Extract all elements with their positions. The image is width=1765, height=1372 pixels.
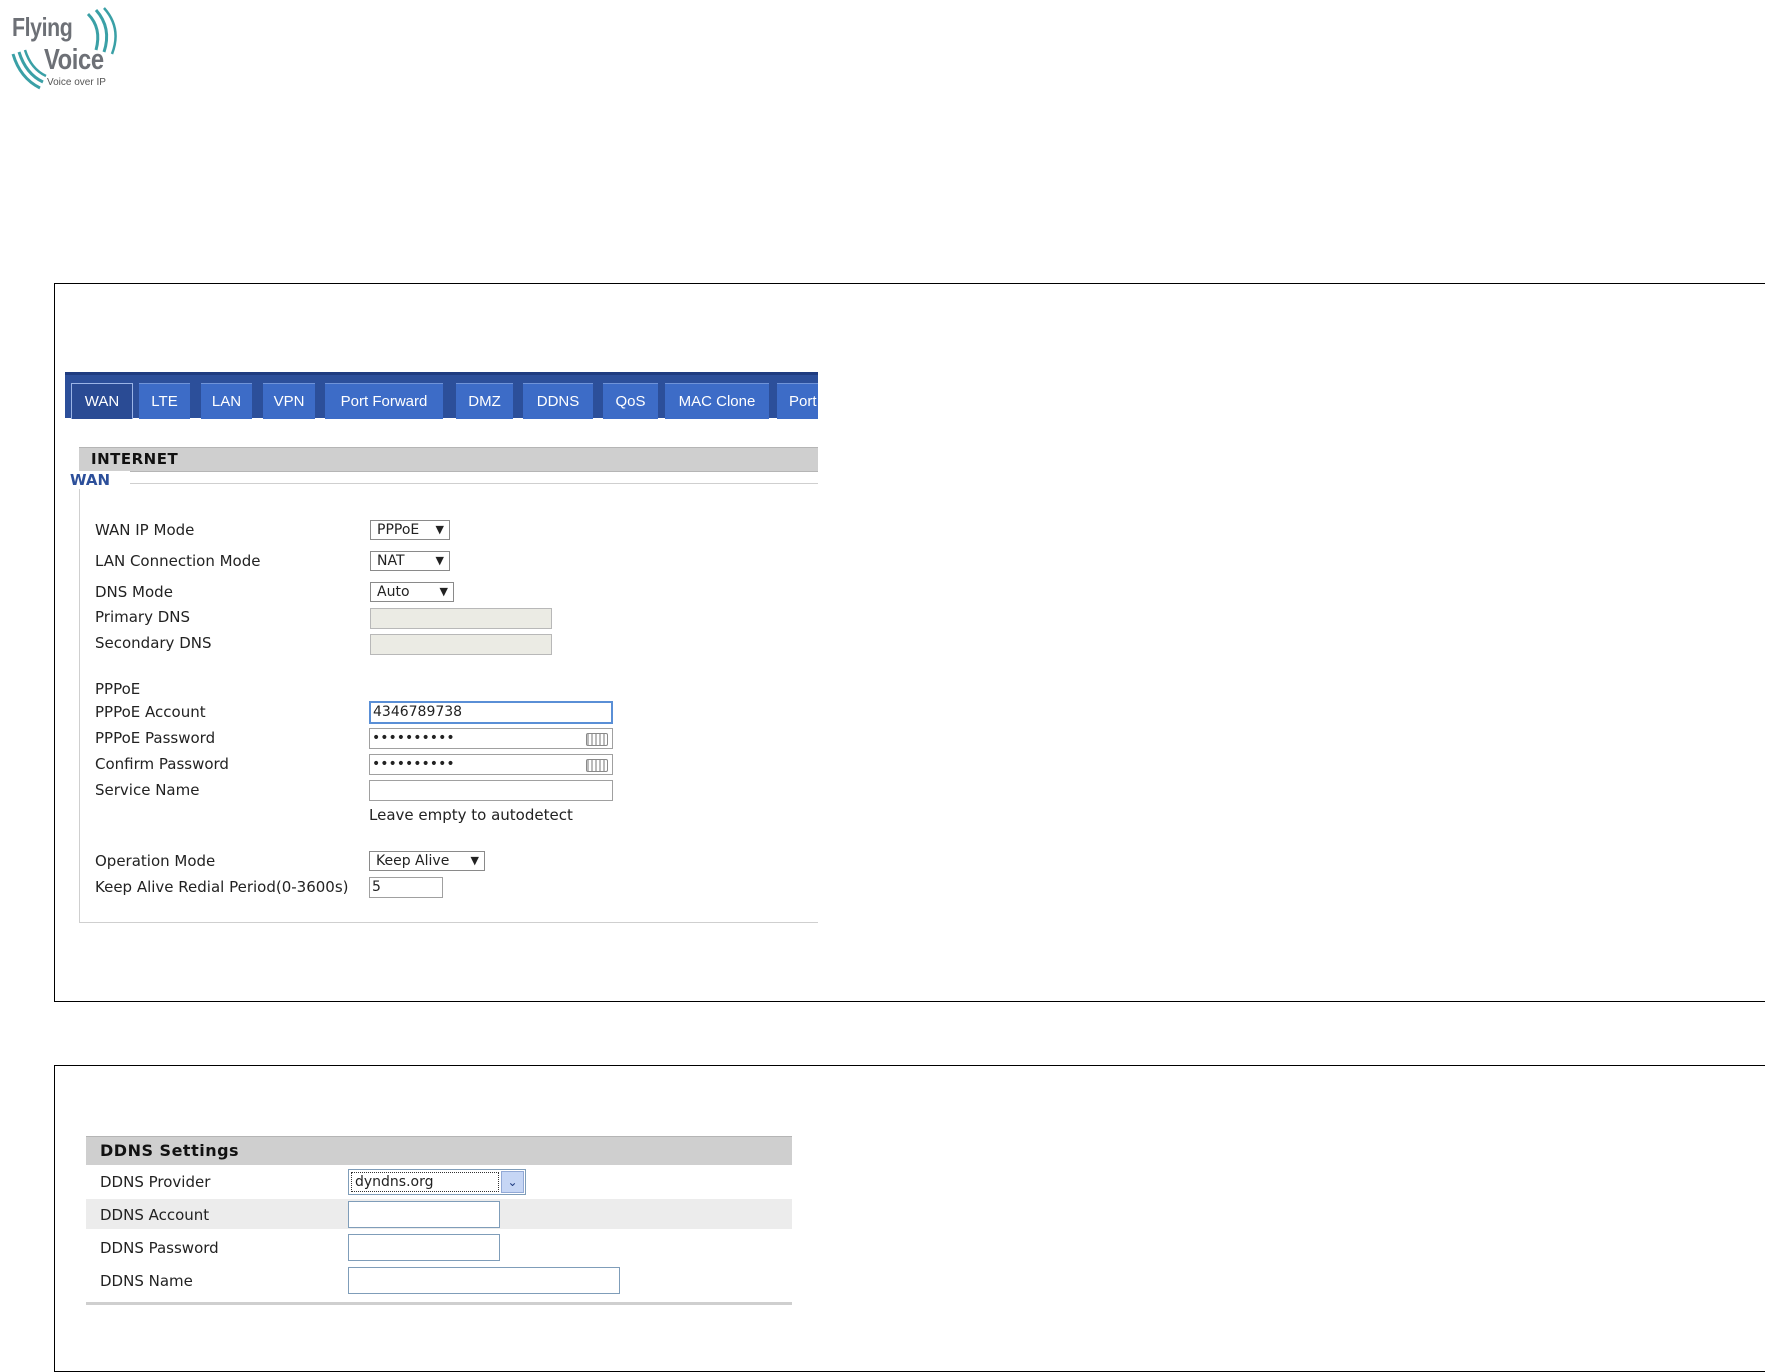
keep-alive-period-input[interactable]: 5 (369, 877, 443, 898)
chevron-down-icon: ▼ (470, 854, 479, 867)
wan-settings-panel: WAN LTE LAN VPN Port Forward DMZ DDNS Qo… (65, 372, 818, 938)
ddns-provider-select[interactable]: dyndns.org ⌄ (348, 1169, 526, 1195)
chevron-down-icon: ▼ (435, 554, 444, 567)
tab-ddns[interactable]: DDNS (523, 383, 593, 419)
ddns-password-row: DDNS Password (86, 1232, 792, 1262)
tab-vpn[interactable]: VPN (263, 383, 315, 419)
flying-voice-logo: Flying Voice Voice over IP (10, 6, 120, 90)
ddns-name-input[interactable] (348, 1267, 620, 1294)
wan-screenshot-frame: WAN LTE LAN VPN Port Forward DMZ DDNS Qo… (54, 283, 1765, 1002)
pppoe-heading: PPPoE (95, 680, 141, 698)
keyboard-icon[interactable] (586, 759, 608, 772)
ddns-screenshot-frame: DDNS Settings DDNS Provider dyndns.org ⌄… (54, 1065, 1765, 1372)
ddns-password-input[interactable] (348, 1234, 500, 1261)
wan-ip-mode-label: WAN IP Mode (95, 521, 195, 539)
pppoe-account-input[interactable]: 4346789738 (369, 701, 613, 724)
tab-lan[interactable]: LAN (201, 383, 252, 419)
ddns-account-input[interactable] (348, 1201, 500, 1228)
dns-mode-select[interactable]: Auto ▼ (370, 582, 454, 602)
confirm-password-input[interactable]: •••••••••• (369, 754, 613, 775)
dns-mode-label: DNS Mode (95, 583, 173, 601)
tab-port[interactable]: Port (777, 383, 818, 419)
primary-dns-label: Primary DNS (95, 608, 191, 626)
wan-ip-mode-select[interactable]: PPPoE ▼ (370, 520, 450, 540)
ddns-account-row: DDNS Account (86, 1199, 792, 1229)
ddns-account-label: DDNS Account (100, 1206, 210, 1224)
keyboard-icon[interactable] (586, 733, 608, 746)
chevron-down-icon: ▼ (439, 585, 448, 598)
chevron-down-icon: ▼ (435, 523, 444, 536)
primary-dns-input[interactable] (370, 608, 552, 629)
operation-mode-label: Operation Mode (95, 852, 216, 870)
chevron-down-icon[interactable]: ⌄ (501, 1171, 524, 1193)
ddns-bottom-divider (86, 1302, 792, 1305)
confirm-password-label: Confirm Password (95, 755, 229, 773)
logo-text-voice: Voice (44, 44, 104, 76)
service-name-label: Service Name (95, 781, 200, 799)
ddns-provider-label: DDNS Provider (100, 1173, 211, 1191)
pppoe-password-input[interactable]: •••••••••• (369, 728, 613, 749)
nav-tab-bar: WAN LTE LAN VPN Port Forward DMZ DDNS Qo… (65, 372, 818, 419)
tab-mac-clone[interactable]: MAC Clone (665, 383, 769, 419)
lan-connection-mode-select[interactable]: NAT ▼ (370, 551, 450, 571)
ddns-settings-panel: DDNS Settings DDNS Provider dyndns.org ⌄… (86, 1136, 792, 1306)
logo-tagline: Voice over IP (47, 77, 106, 88)
lan-connection-mode-label: LAN Connection Mode (95, 552, 261, 570)
service-name-hint: Leave empty to autodetect (369, 806, 573, 824)
logo-text-flying: Flying (12, 12, 73, 42)
tab-dmz[interactable]: DMZ (456, 383, 513, 419)
keep-alive-period-label: Keep Alive Redial Period(0-3600s) (95, 878, 349, 896)
tab-port-forward[interactable]: Port Forward (325, 383, 443, 419)
tab-qos[interactable]: QoS (603, 383, 658, 419)
pppoe-account-label: PPPoE Account (95, 703, 206, 721)
ddns-section-header: DDNS Settings (86, 1136, 792, 1165)
wan-legend: WAN (70, 471, 131, 489)
ddns-provider-row: DDNS Provider dyndns.org ⌄ (86, 1166, 792, 1196)
pppoe-password-label: PPPoE Password (95, 729, 216, 747)
ddns-name-row: DDNS Name (86, 1265, 792, 1295)
ddns-name-label: DDNS Name (100, 1272, 193, 1290)
secondary-dns-label: Secondary DNS (95, 634, 212, 652)
ddns-password-label: DDNS Password (100, 1239, 219, 1257)
internet-section-header: INTERNET (79, 447, 818, 472)
ddns-provider-value: dyndns.org (351, 1172, 499, 1192)
operation-mode-select[interactable]: Keep Alive ▼ (369, 851, 485, 871)
tab-lte[interactable]: LTE (139, 383, 190, 419)
service-name-input[interactable] (369, 780, 613, 801)
tab-wan[interactable]: WAN (71, 383, 133, 419)
secondary-dns-input[interactable] (370, 634, 552, 655)
